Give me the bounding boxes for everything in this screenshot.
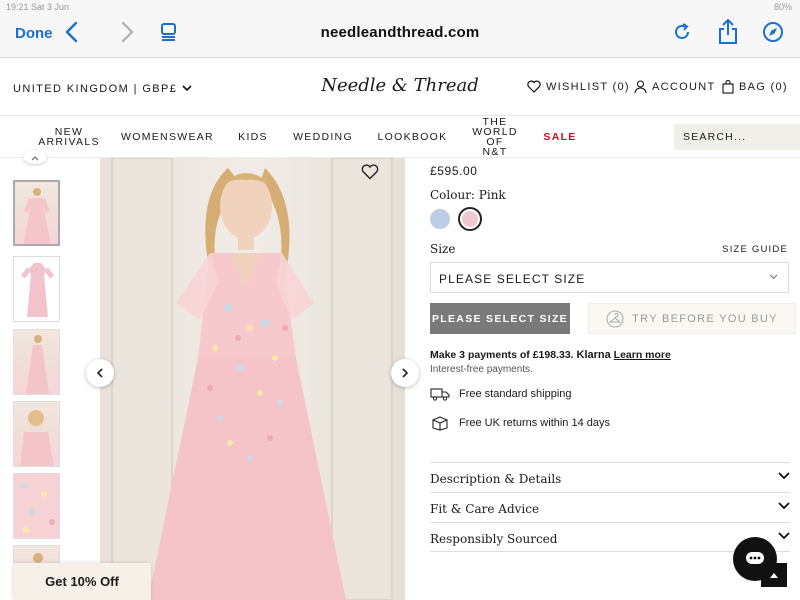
swatch-pink-fill: [462, 211, 478, 227]
locale-label: UNITED KINGDOM | GBP£: [13, 83, 178, 95]
nav-world-of-nt[interactable]: THE WORLD OF N&T: [470, 116, 520, 158]
truck-icon: [430, 388, 450, 401]
reload-icon[interactable]: [671, 21, 695, 45]
url-field[interactable]: needleandthread.com: [250, 24, 550, 41]
nav-sale[interactable]: SALE: [538, 116, 582, 158]
locale-selector[interactable]: UNITED KINGDOM | GBP£: [13, 83, 192, 95]
nav-wedding[interactable]: WEDDING: [290, 116, 356, 158]
product-main-image: [100, 158, 405, 600]
arrow-up-icon: [770, 573, 778, 578]
accordion-description[interactable]: Description & Details: [430, 462, 790, 492]
product-thumbnail[interactable]: [13, 329, 60, 395]
thumbs-up-arrow[interactable]: [23, 150, 47, 164]
dress-side-image: [26, 335, 49, 394]
heart-icon: [527, 80, 541, 93]
product-thumbnail[interactable]: [13, 473, 60, 539]
klarna-message: Make 3 payments of £198.33. Klarna Learn…: [430, 349, 671, 361]
nav-label: WOMENSWEAR: [121, 131, 214, 143]
product-thumbnail[interactable]: [13, 401, 60, 467]
done-button[interactable]: Done: [15, 25, 53, 42]
accordion-label: Responsibly Sourced: [430, 532, 558, 546]
nav-label: SALE: [543, 131, 577, 143]
nav-label: ARRIVALS: [38, 136, 100, 148]
size-guide-link[interactable]: SIZE GUIDE: [722, 244, 788, 255]
dress-flatlay-image: [21, 263, 54, 317]
promo-button[interactable]: Get 10% Off: [13, 563, 151, 600]
account-label: ACCOUNT: [652, 81, 716, 93]
embroidery-closeup-image: [21, 483, 55, 533]
chevron-down-icon: [778, 472, 790, 480]
scroll-to-top-button[interactable]: [761, 563, 787, 587]
dress-model-image: [111, 158, 393, 600]
tabs-icon[interactable]: [159, 21, 183, 45]
chevron-up-icon: [31, 156, 39, 161]
klarna-logo: Klarna: [576, 349, 611, 361]
product-thumbnail[interactable]: [13, 256, 60, 322]
site-logo[interactable]: Needle & Thread: [300, 75, 500, 96]
status-time: 19:21 Sat 3 Jun: [6, 2, 70, 12]
shipping-info: Free standard shipping: [430, 387, 572, 401]
wishlist-label: WISHLIST (0): [546, 80, 630, 93]
nav-label: N&T: [482, 146, 508, 158]
interest-free-text: Interest-free payments.: [430, 364, 533, 375]
battery-status: 80%: [773, 2, 792, 12]
accordion-label: Fit & Care Advice: [430, 502, 540, 516]
product-price: £595.00: [430, 164, 478, 178]
klarna-text: Make 3 payments of £198.33.: [430, 349, 574, 361]
forward-icon[interactable]: [119, 21, 143, 45]
hanger-icon: [606, 310, 624, 327]
nav-lookbook[interactable]: LOOKBOOK: [375, 116, 450, 158]
next-image-button[interactable]: [391, 359, 419, 387]
swatch-pink[interactable]: [458, 207, 482, 231]
klarna-learn-more-link[interactable]: Learn more: [614, 349, 671, 361]
previous-image-button[interactable]: [86, 359, 114, 387]
chevron-right-icon: [402, 368, 409, 378]
nav-label: WEDDING: [293, 131, 353, 143]
size-label: Size: [430, 242, 456, 256]
chevron-left-icon: [96, 368, 103, 378]
wishlist-heart-icon[interactable]: [361, 164, 379, 185]
browser-toolbar: 19:21 Sat 3 Jun 80% Done needleandthread…: [0, 0, 800, 58]
main-navigation: NEW ARRIVALS WOMENSWEAR KIDS WEDDING LOOK…: [0, 116, 800, 158]
try-before-you-buy-button[interactable]: TRY BEFORE YOU BUY: [588, 303, 796, 334]
returns-info: Free UK returns within 14 days: [430, 415, 610, 431]
user-icon: [634, 80, 647, 94]
chevron-down-icon: [778, 532, 790, 540]
status-bar: 19:21 Sat 3 Jun 80%: [0, 0, 800, 14]
select-size-button[interactable]: PLEASE SELECT SIZE: [430, 303, 570, 334]
shipping-text: Free standard shipping: [459, 388, 572, 400]
bag-link[interactable]: BAG (0): [722, 80, 788, 94]
chevron-down-icon: [778, 502, 790, 510]
nav-womenswear[interactable]: WOMENSWEAR: [120, 116, 215, 158]
bag-icon: [722, 80, 734, 94]
try-label: TRY BEFORE YOU BUY: [632, 312, 778, 325]
product-thumbnail[interactable]: [13, 180, 60, 246]
swatch-blue[interactable]: [430, 209, 450, 229]
account-link[interactable]: ACCOUNT: [634, 80, 716, 94]
chevron-down-icon: [182, 85, 192, 92]
compass-icon[interactable]: [762, 21, 786, 45]
chevron-down-icon: [769, 274, 778, 280]
dress-thumbnail-image: [23, 188, 51, 244]
accordion-fit-care[interactable]: Fit & Care Advice: [430, 492, 790, 522]
bag-label: BAG (0): [739, 81, 788, 93]
nav-label: LOOKBOOK: [377, 131, 448, 143]
returns-text: Free UK returns within 14 days: [459, 417, 611, 429]
size-select[interactable]: PLEASE SELECT SIZE: [430, 262, 789, 293]
nav-kids[interactable]: KIDS: [233, 116, 273, 158]
site-header: UNITED KINGDOM | GBP£ Needle & Thread WI…: [0, 58, 800, 116]
wishlist-link[interactable]: WISHLIST (0): [527, 80, 630, 93]
dress-detail-image: [20, 410, 54, 466]
size-select-value: PLEASE SELECT SIZE: [439, 272, 586, 286]
share-icon[interactable]: [717, 18, 741, 44]
search-input[interactable]: SEARCH...: [674, 124, 800, 150]
back-icon[interactable]: [64, 21, 88, 45]
nav-label: KIDS: [238, 131, 268, 143]
return-box-icon: [432, 416, 448, 431]
colour-label: Colour: Pink: [430, 188, 506, 202]
accordion-label: Description & Details: [430, 472, 562, 486]
